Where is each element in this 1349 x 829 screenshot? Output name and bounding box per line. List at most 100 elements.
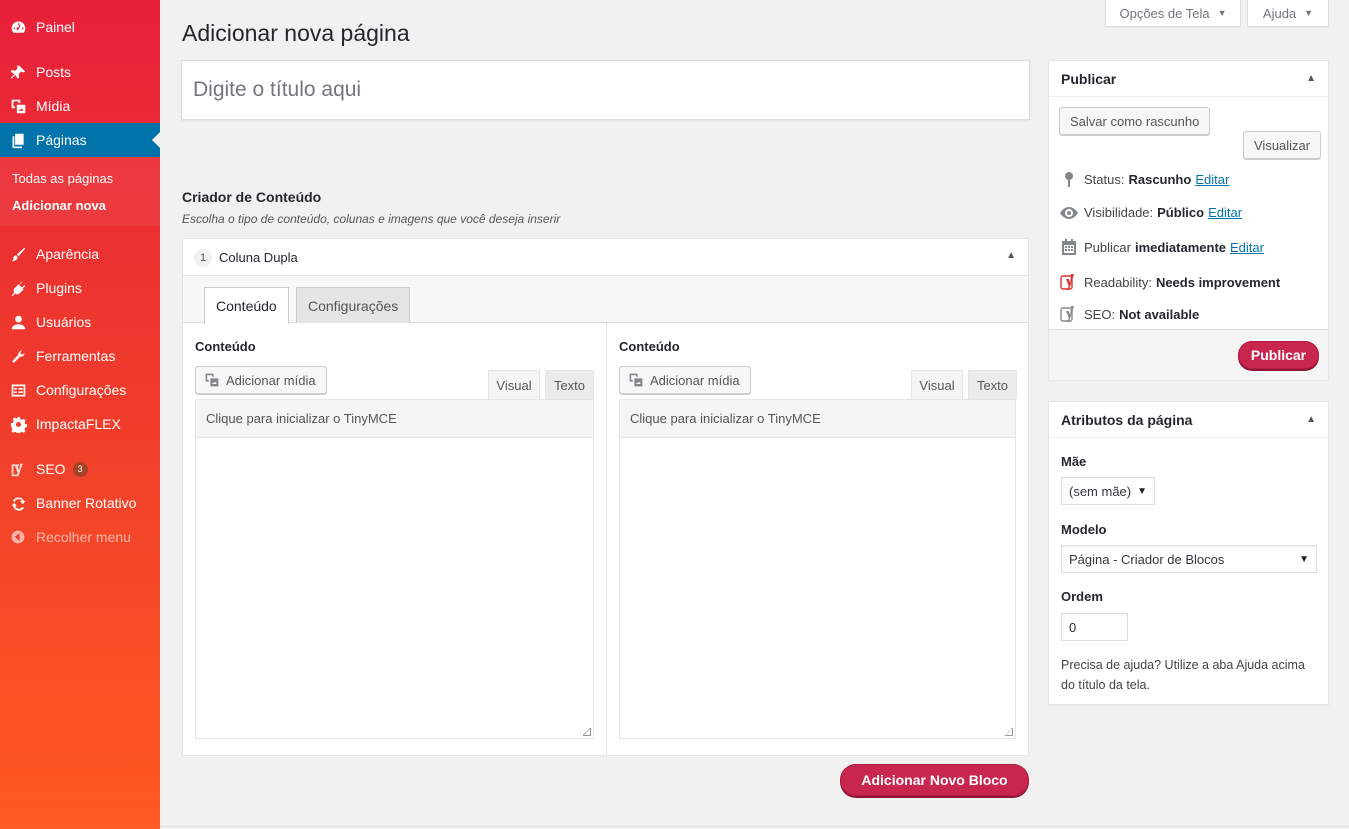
pin-icon (1059, 171, 1079, 187)
wrench-icon (9, 347, 27, 365)
add-media-button[interactable]: Adicionar mídia (195, 366, 327, 394)
sidebar-item-painel[interactable]: Painel (0, 10, 160, 44)
sidebar-item-banner-rotativo[interactable]: Banner Rotativo (0, 486, 160, 520)
column-left: Conteúdo Adicionar mídia Visual Texto Cl… (195, 323, 595, 753)
add-media-label: Adicionar mídia (226, 372, 316, 388)
content-block: 1 Coluna Dupla ▲ Conteúdo Configurações … (182, 238, 1029, 756)
sidebar-item-label: ImpactaFLEX (36, 416, 121, 432)
sidebar-item-label: Plugins (36, 280, 82, 296)
screen-options-button[interactable]: Opções de Tela ▼ (1105, 0, 1241, 27)
edit-status-link[interactable]: Editar (1195, 172, 1229, 187)
readability-label: Readability: (1084, 274, 1152, 290)
title-input[interactable] (181, 60, 1030, 120)
tinymce-init[interactable]: Clique para inicializar o TinyMCE (620, 400, 1015, 438)
save-draft-button[interactable]: Salvar como rascunho (1059, 107, 1211, 135)
visibility-row: Visibilidade: Público Editar (1059, 205, 1242, 220)
collapse-menu-button[interactable]: Recolher menu (0, 520, 160, 554)
block-name: Coluna Dupla (219, 250, 298, 265)
status-label: Status: (1084, 171, 1125, 187)
template-select[interactable]: Página - Criador de Blocos ▼ (1061, 545, 1317, 573)
resize-handle[interactable] (583, 728, 591, 736)
sidebar-item-configuracoes[interactable]: Configurações (0, 373, 160, 407)
user-icon (9, 313, 27, 331)
block-header[interactable]: 1 Coluna Dupla ▲ (183, 239, 1028, 276)
publish-box: Publicar ▲ Salvar como rascunho Visualiz… (1048, 60, 1329, 380)
sidebar-item-label: Páginas (36, 132, 87, 148)
media-icon (628, 372, 644, 388)
attributes-box-title: Atributos da página (1061, 411, 1193, 428)
add-media-button[interactable]: Adicionar mídia (619, 366, 751, 394)
text-tab[interactable]: Texto (545, 370, 594, 399)
yoast-readability-icon (1059, 273, 1079, 291)
visual-tab[interactable]: Visual (911, 370, 963, 399)
yoast-icon (9, 460, 27, 478)
parent-select[interactable]: (sem mãe) ▼ (1061, 477, 1155, 505)
publish-actions: Publicar (1049, 329, 1328, 380)
edit-schedule-link[interactable]: Editar (1230, 240, 1264, 255)
sidebar-item-label: Recolher menu (36, 529, 131, 545)
collapse-icon (9, 528, 27, 546)
sidebar-item-ferramentas[interactable]: Ferramentas (0, 339, 160, 373)
tab-conteudo[interactable]: Conteúdo (204, 287, 289, 324)
sidebar-item-label: Aparência (36, 246, 100, 262)
editor-area[interactable]: Clique para inicializar o TinyMCE (195, 399, 594, 739)
column-label: Conteúdo (619, 339, 680, 354)
collapse-arrow-icon[interactable]: ▲ (1306, 73, 1316, 84)
tinymce-init[interactable]: Clique para inicializar o TinyMCE (196, 400, 593, 438)
sidebar-item-label: Configurações (36, 382, 127, 398)
seo-label: SEO: (1084, 306, 1116, 322)
pin-icon (9, 63, 27, 81)
text-tab[interactable]: Texto (968, 370, 1017, 399)
sidebar-item-label: Usuários (36, 314, 92, 330)
visibility-label: Visibilidade: (1084, 205, 1154, 220)
sidebar-item-impactaflex[interactable]: ImpactaFLEX (0, 407, 160, 441)
caret-down-icon: ▼ (1304, 8, 1314, 18)
edit-visibility-link[interactable]: Editar (1208, 205, 1242, 220)
media-icon (9, 97, 27, 115)
sidebar-item-plugins[interactable]: Plugins (0, 271, 160, 305)
block-tabs: Conteúdo Configurações (183, 276, 1028, 324)
publish-label: Publicar (1084, 239, 1131, 255)
sidebar-item-seo[interactable]: SEO 3 (0, 452, 160, 486)
readability-row: Readability: Needs improvement (1059, 273, 1280, 291)
help-button[interactable]: Ajuda ▼ (1247, 0, 1329, 27)
column-right: Conteúdo Adicionar mídia Visual Texto Cl… (619, 323, 1019, 753)
seo-row: SEO: Not available (1059, 305, 1199, 323)
column-label: Conteúdo (195, 339, 256, 354)
sidebar-item-label: Posts (36, 64, 72, 80)
order-input[interactable]: 0 (1061, 613, 1128, 641)
sidebar-item-aparencia[interactable]: Aparência (0, 237, 160, 271)
publish-box-header[interactable]: Publicar ▲ (1049, 61, 1328, 97)
sidebar-item-label: Mídia (36, 98, 71, 114)
page-title: Adicionar nova página (182, 20, 410, 46)
add-new-block-button[interactable]: Adicionar Novo Bloco (840, 764, 1029, 796)
column-divider (606, 323, 607, 755)
brush-icon (9, 245, 27, 263)
visual-tab[interactable]: Visual (488, 370, 540, 399)
block-number: 1 (194, 249, 212, 267)
sidebar-item-midia[interactable]: Mídia (0, 89, 160, 123)
submenu-add-new[interactable]: Adicionar nova (12, 198, 106, 213)
readability-value: Needs improvement (1155, 274, 1281, 290)
tab-configuracoes[interactable]: Configurações (296, 287, 411, 323)
sidebar-item-posts[interactable]: Posts (0, 55, 160, 89)
sidebar-item-label: Ferramentas (36, 348, 116, 364)
dashboard-icon (9, 18, 27, 36)
gear-icon (9, 415, 27, 433)
sidebar-item-label: Banner Rotativo (36, 495, 137, 511)
collapse-arrow-icon[interactable]: ▲ (1006, 250, 1016, 261)
sidebar-item-paginas[interactable]: Páginas (0, 123, 160, 157)
editor-area[interactable]: Clique para inicializar o TinyMCE (619, 399, 1016, 739)
pages-submenu: Todas as páginas Adicionar nova (0, 157, 160, 226)
sidebar-item-usuarios[interactable]: Usuários (0, 305, 160, 339)
publish-button[interactable]: Publicar (1238, 341, 1319, 369)
submenu-all-pages[interactable]: Todas as páginas (12, 171, 113, 186)
collapse-arrow-icon[interactable]: ▲ (1306, 414, 1316, 425)
resize-handle[interactable] (1005, 728, 1013, 736)
publish-value: imediatamente (1134, 239, 1227, 255)
plugin-icon (9, 279, 27, 297)
preview-button[interactable]: Visualizar (1243, 131, 1322, 159)
page-attributes-box: Atributos da página ▲ Mãe (sem mãe) ▼ Mo… (1048, 401, 1329, 705)
attributes-box-header[interactable]: Atributos da página ▲ (1049, 402, 1328, 438)
seo-value: Not available (1119, 306, 1200, 322)
